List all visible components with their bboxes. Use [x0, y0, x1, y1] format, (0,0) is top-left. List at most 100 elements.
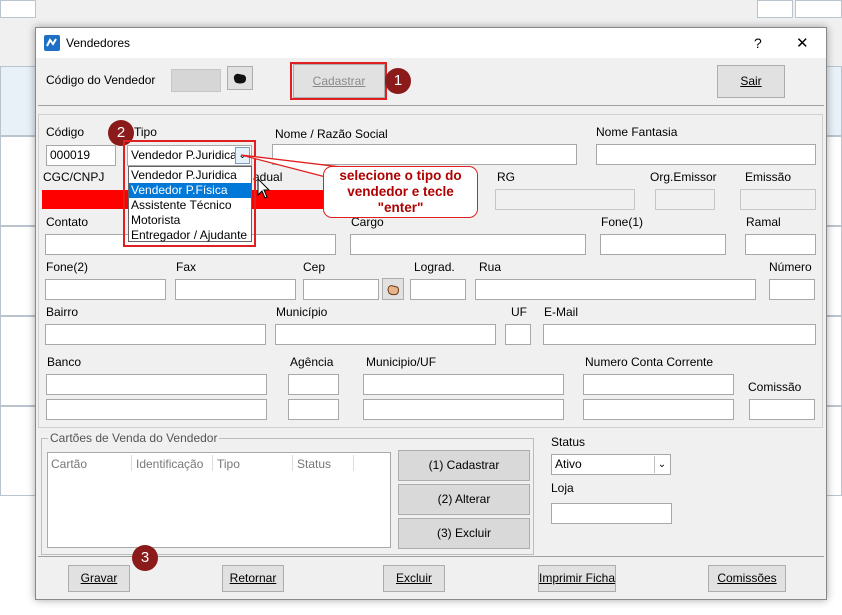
comissao-label: Comissão: [748, 380, 802, 394]
vendor-code-field[interactable]: [171, 69, 221, 92]
cargo-field[interactable]: [350, 234, 586, 255]
fone1-field[interactable]: [600, 234, 726, 255]
emissao-label: Emissão: [745, 170, 792, 184]
municipio-uf-field-2[interactable]: [363, 399, 564, 420]
close-button[interactable]: ✕: [796, 34, 809, 52]
status-select[interactable]: Ativo: [551, 454, 671, 475]
background-cell: [0, 66, 36, 136]
cards-col-cartao[interactable]: Cartão: [51, 457, 87, 471]
vendor-code-label: Código do Vendedor: [46, 73, 156, 87]
lograd-field[interactable]: [410, 279, 466, 300]
uf-label: UF: [511, 305, 527, 319]
cards-header-sep: [212, 455, 213, 471]
highlight-register: [290, 62, 387, 100]
background-cell: [0, 316, 36, 406]
municipio-label: Município: [276, 305, 328, 319]
card-delete-label: (3) Excluir: [436, 526, 491, 540]
background-cell: [795, 0, 842, 18]
title-bar: Vendedores ? ✕: [36, 28, 826, 58]
cards-list[interactable]: Cartão Identificação Tipo Status: [47, 452, 391, 548]
back-button[interactable]: Retornar: [222, 565, 284, 592]
org-emissor-label: Org.Emissor: [650, 170, 717, 184]
rg-label: RG: [497, 170, 515, 184]
status-select-value: Ativo: [555, 457, 582, 471]
card-edit-label: (2) Alterar: [437, 492, 491, 506]
conta-corrente-field-2[interactable]: [583, 399, 734, 420]
codigo-field[interactable]: 000019: [46, 145, 116, 166]
commissions-button[interactable]: Comissões: [708, 565, 786, 592]
emissao-field[interactable]: [740, 189, 816, 210]
card-edit-button[interactable]: (2) Alterar: [398, 484, 530, 515]
instruction-callout: selecione o tipo do vendedor e tecle "en…: [323, 166, 478, 218]
cards-col-status[interactable]: Status: [297, 457, 331, 471]
cgc-label: CGC/CNPJ: [43, 170, 105, 184]
back-button-label: Retornar: [229, 571, 277, 585]
cards-legend: Cartões de Venda do Vendedor: [48, 431, 220, 445]
cards-col-identificacao[interactable]: Identificação: [136, 457, 203, 471]
cep-label: Cep: [303, 260, 326, 274]
instruction-callout-text: selecione o tipo do vendedor e tecle "en…: [339, 168, 462, 215]
fax-field[interactable]: [175, 279, 296, 300]
ramal-field[interactable]: [745, 234, 816, 255]
cep-field[interactable]: [303, 279, 379, 300]
fone2-field[interactable]: [45, 279, 166, 300]
loja-field[interactable]: [551, 503, 672, 524]
hand-icon: [233, 73, 247, 84]
background-cell: [0, 406, 36, 496]
save-button-label: Gravar: [80, 571, 118, 585]
status-select-arrow[interactable]: ⌄: [654, 456, 669, 473]
municipio-field[interactable]: [275, 324, 496, 345]
agencia-label: Agência: [290, 355, 334, 369]
numero-field[interactable]: [769, 279, 815, 300]
razao-label: Nome / Razão Social: [275, 127, 388, 141]
banco-field-1[interactable]: [46, 374, 267, 395]
background-cell: [826, 226, 842, 316]
org-emissor-field[interactable]: [655, 189, 715, 210]
hand-pointer-icon: [387, 285, 399, 296]
municipio-uf-field-1[interactable]: [363, 374, 564, 395]
delete-button-label: Excluir: [395, 571, 432, 585]
background-cell: [826, 406, 842, 496]
background-cell: [826, 136, 842, 226]
delete-button[interactable]: Excluir: [383, 565, 445, 592]
background-cell: [757, 0, 793, 18]
agencia-field-2[interactable]: [288, 399, 339, 420]
conta-corrente-label: Numero Conta Corrente: [585, 355, 714, 369]
rg-field[interactable]: [495, 189, 635, 210]
print-button[interactable]: Imprimir Ficha: [538, 565, 616, 592]
status-label: Status: [551, 435, 586, 449]
agencia-field-1[interactable]: [288, 374, 339, 395]
save-button[interactable]: Gravar: [68, 565, 130, 592]
cep-lookup-button[interactable]: [382, 278, 404, 300]
bairro-field[interactable]: [45, 324, 266, 345]
banco-field-2[interactable]: [46, 399, 267, 420]
background-cell: [826, 66, 842, 136]
exit-button[interactable]: Sair: [717, 65, 785, 98]
window-title: Vendedores: [66, 36, 131, 50]
fone1-label: Fone(1): [601, 215, 644, 229]
card-add-button[interactable]: (1) Cadastrar: [398, 450, 530, 481]
bairro-label: Bairro: [46, 305, 79, 319]
comissao-field[interactable]: [749, 399, 815, 420]
exit-button-label: Sair: [740, 74, 762, 88]
card-delete-button[interactable]: (3) Excluir: [398, 518, 530, 549]
rua-field[interactable]: [475, 279, 756, 300]
vendedores-dialog: Vendedores ? ✕ Código do Vendedor Cadast…: [35, 27, 827, 600]
codigo-label: Código: [46, 125, 85, 139]
uf-field[interactable]: [505, 324, 531, 345]
help-button[interactable]: ?: [754, 35, 762, 51]
fax-label: Fax: [176, 260, 197, 274]
rua-label: Rua: [479, 260, 502, 274]
cards-col-tipo[interactable]: Tipo: [217, 457, 240, 471]
fone2-label: Fone(2): [46, 260, 89, 274]
tipo-label: Tipo: [134, 125, 157, 139]
print-button-label: Imprimir Ficha: [539, 571, 616, 585]
municipio-uf-label: Municipio/UF: [366, 355, 437, 369]
background-cell: [826, 316, 842, 406]
fantasia-field[interactable]: [596, 144, 816, 165]
email-field[interactable]: [543, 324, 816, 345]
ramal-label: Ramal: [746, 215, 781, 229]
search-vendor-button[interactable]: [227, 66, 253, 90]
background-cell: [0, 226, 36, 316]
conta-corrente-field-1[interactable]: [583, 374, 734, 395]
